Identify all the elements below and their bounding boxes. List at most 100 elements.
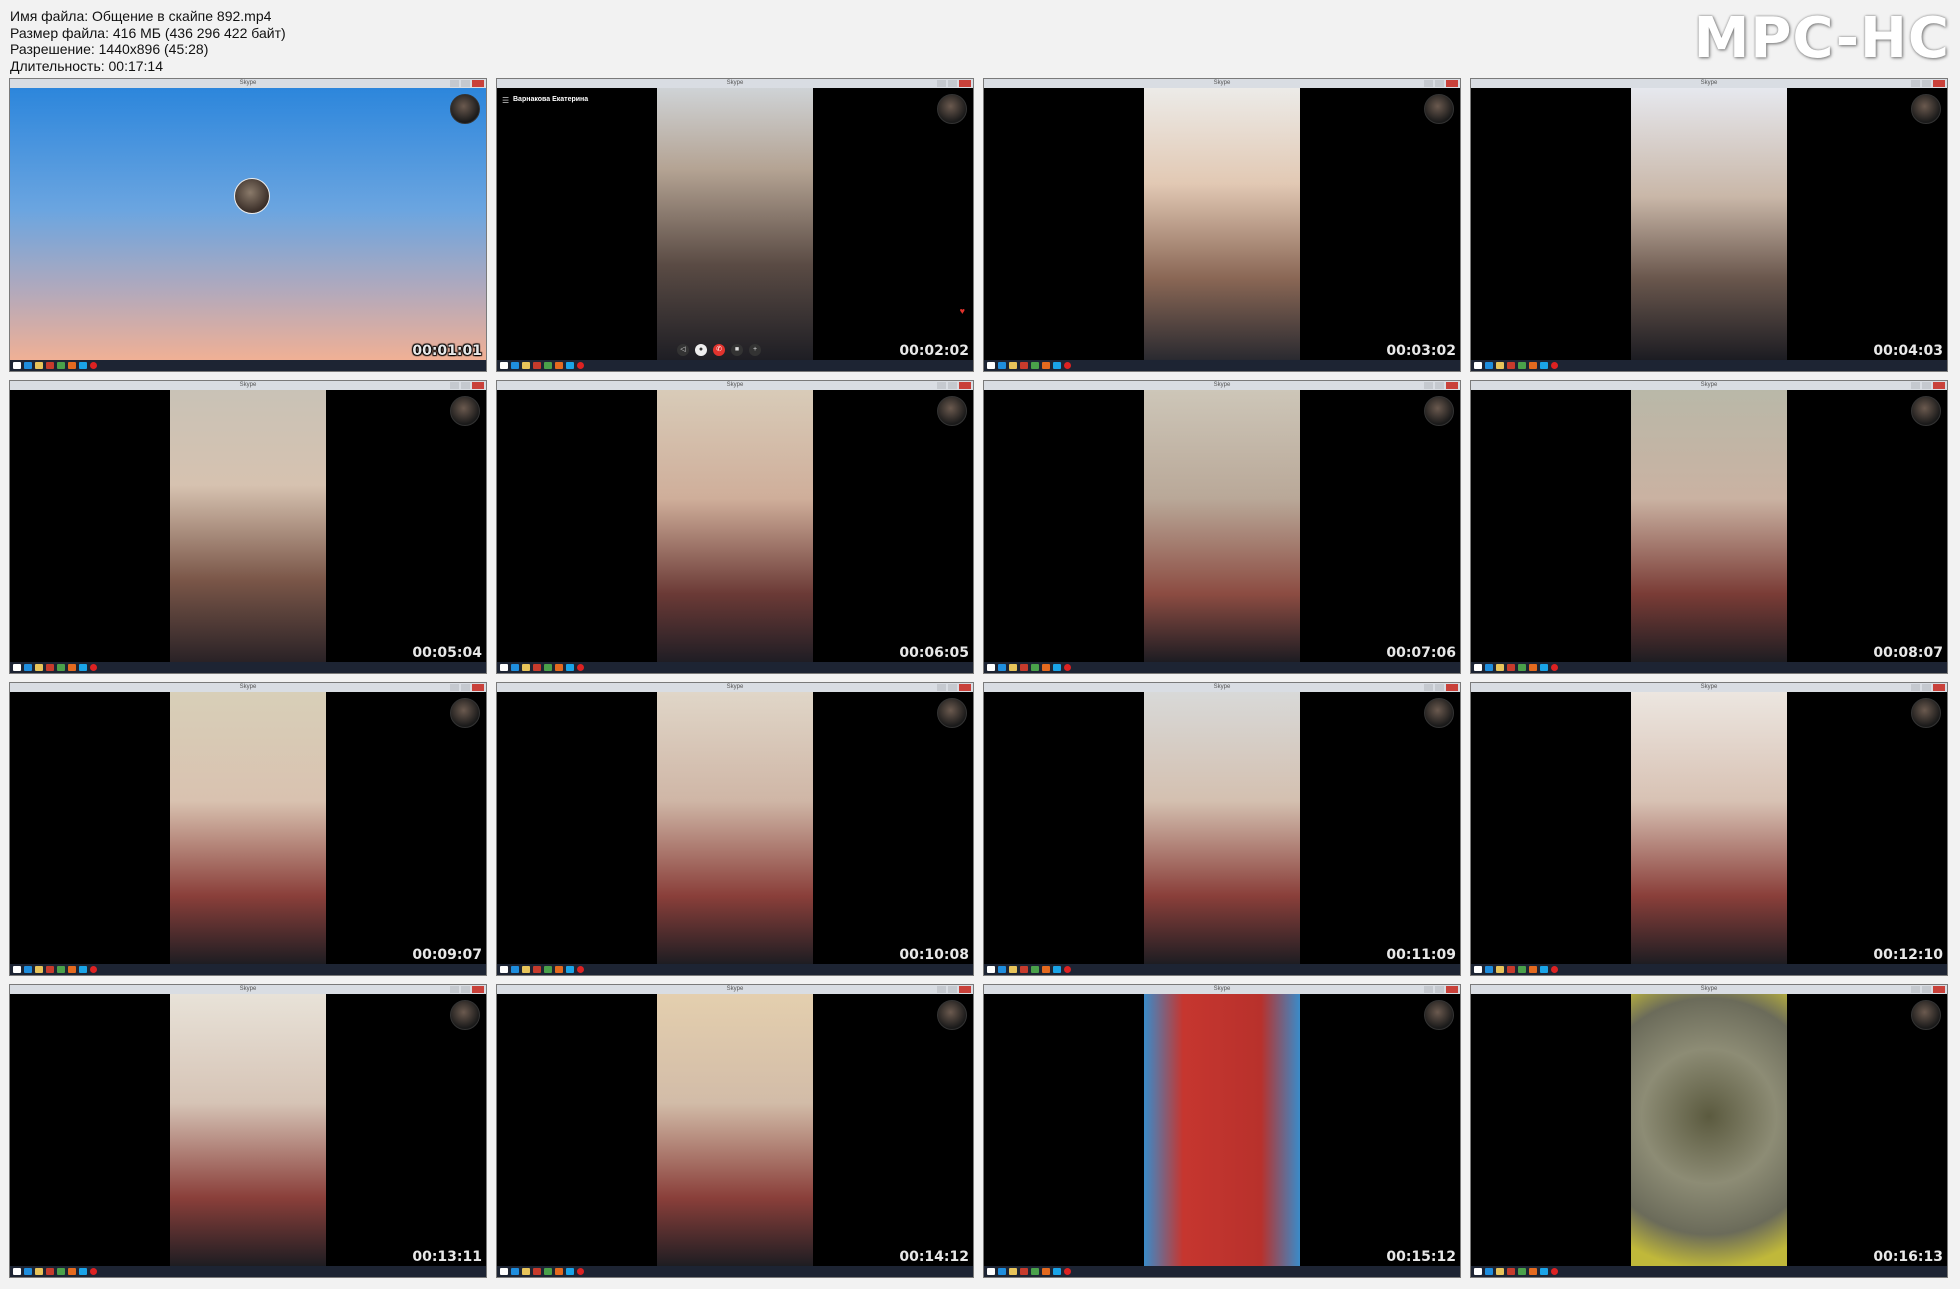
- chrome-icon[interactable]: [57, 966, 65, 973]
- app-icon[interactable]: [1020, 362, 1028, 369]
- firefox-icon[interactable]: [1042, 664, 1050, 671]
- maximize-icon[interactable]: [948, 80, 957, 87]
- record-icon[interactable]: [90, 664, 97, 671]
- maximize-icon[interactable]: [461, 986, 470, 993]
- windows-start-icon[interactable]: [1474, 362, 1482, 369]
- folder-icon[interactable]: [1009, 966, 1017, 973]
- ie-icon[interactable]: [1485, 1268, 1493, 1275]
- minimize-icon[interactable]: [1911, 80, 1920, 87]
- skype-icon[interactable]: [566, 362, 574, 369]
- ie-icon[interactable]: [24, 966, 32, 973]
- record-icon[interactable]: [1064, 966, 1071, 973]
- firefox-icon[interactable]: [68, 664, 76, 671]
- windows-start-icon[interactable]: [987, 1268, 995, 1275]
- app-icon[interactable]: [46, 664, 54, 671]
- app-icon[interactable]: [1507, 664, 1515, 671]
- heart-icon[interactable]: ♥: [960, 306, 965, 316]
- app-icon[interactable]: [533, 966, 541, 973]
- close-icon[interactable]: [959, 684, 971, 691]
- ie-icon[interactable]: [511, 1268, 519, 1275]
- app-icon[interactable]: [46, 1268, 54, 1275]
- close-icon[interactable]: [1933, 80, 1945, 87]
- folder-icon[interactable]: [1009, 362, 1017, 369]
- app-icon[interactable]: [1020, 1268, 1028, 1275]
- thumbnail[interactable]: Skype 00:15:12: [983, 984, 1461, 1278]
- chrome-icon[interactable]: [544, 966, 552, 973]
- firefox-icon[interactable]: [1529, 1268, 1537, 1275]
- minimize-icon[interactable]: [1911, 382, 1920, 389]
- windows-start-icon[interactable]: [987, 664, 995, 671]
- windows-start-icon[interactable]: [13, 966, 21, 973]
- chrome-icon[interactable]: [57, 1268, 65, 1275]
- thumbnail[interactable]: Skype 00:11:09: [983, 682, 1461, 976]
- folder-icon[interactable]: [1496, 362, 1504, 369]
- thumbnail[interactable]: Skype 00:07:06: [983, 380, 1461, 674]
- folder-icon[interactable]: [522, 664, 530, 671]
- thumbnail[interactable]: Skype 00:09:07: [9, 682, 487, 976]
- menu-icon[interactable]: ☰: [502, 96, 509, 105]
- ie-icon[interactable]: [24, 362, 32, 369]
- record-icon[interactable]: [577, 1268, 584, 1275]
- thumbnail[interactable]: Skype 00:06:05: [496, 380, 974, 674]
- windows-start-icon[interactable]: [500, 362, 508, 369]
- firefox-icon[interactable]: [1042, 362, 1050, 369]
- skype-icon[interactable]: [79, 1268, 87, 1275]
- close-icon[interactable]: [959, 382, 971, 389]
- close-icon[interactable]: [1446, 684, 1458, 691]
- maximize-icon[interactable]: [1922, 80, 1931, 87]
- chrome-icon[interactable]: [57, 362, 65, 369]
- record-icon[interactable]: [1064, 1268, 1071, 1275]
- skype-icon[interactable]: [1053, 362, 1061, 369]
- firefox-icon[interactable]: [68, 966, 76, 973]
- close-icon[interactable]: [959, 80, 971, 87]
- maximize-icon[interactable]: [1435, 684, 1444, 691]
- record-icon[interactable]: [90, 362, 97, 369]
- minimize-icon[interactable]: [450, 684, 459, 691]
- end-call-icon[interactable]: ✆: [713, 344, 725, 356]
- ie-icon[interactable]: [24, 1268, 32, 1275]
- chrome-icon[interactable]: [1031, 362, 1039, 369]
- thumbnail[interactable]: Skype ☰ Варнакова Екатерина ♥ ◁ ● ✆ ■ + …: [496, 78, 974, 372]
- close-icon[interactable]: [472, 382, 484, 389]
- skype-icon[interactable]: [79, 966, 87, 973]
- thumbnail[interactable]: Skype 00:13:11: [9, 984, 487, 1278]
- skype-icon[interactable]: [1540, 1268, 1548, 1275]
- app-icon[interactable]: [1020, 966, 1028, 973]
- windows-start-icon[interactable]: [1474, 1268, 1482, 1275]
- skype-icon[interactable]: [1540, 966, 1548, 973]
- maximize-icon[interactable]: [1922, 684, 1931, 691]
- ie-icon[interactable]: [511, 966, 519, 973]
- record-icon[interactable]: [1551, 1268, 1558, 1275]
- minimize-icon[interactable]: [1424, 80, 1433, 87]
- thumbnail[interactable]: Skype 00:04:03: [1470, 78, 1948, 372]
- ie-icon[interactable]: [998, 966, 1006, 973]
- chrome-icon[interactable]: [1518, 1268, 1526, 1275]
- maximize-icon[interactable]: [1922, 986, 1931, 993]
- windows-start-icon[interactable]: [13, 1268, 21, 1275]
- close-icon[interactable]: [1446, 382, 1458, 389]
- close-icon[interactable]: [959, 986, 971, 993]
- record-icon[interactable]: [1064, 362, 1071, 369]
- folder-icon[interactable]: [1496, 664, 1504, 671]
- thumbnail[interactable]: Skype 00:08:07: [1470, 380, 1948, 674]
- close-icon[interactable]: [1933, 382, 1945, 389]
- skype-icon[interactable]: [79, 362, 87, 369]
- record-icon[interactable]: [577, 362, 584, 369]
- ie-icon[interactable]: [998, 664, 1006, 671]
- folder-icon[interactable]: [522, 1268, 530, 1275]
- app-icon[interactable]: [46, 966, 54, 973]
- thumbnail[interactable]: Skype 00:10:08: [496, 682, 974, 976]
- skype-icon[interactable]: [1053, 664, 1061, 671]
- close-icon[interactable]: [1446, 80, 1458, 87]
- thumbnail[interactable]: Skype 00:05:04: [9, 380, 487, 674]
- minimize-icon[interactable]: [937, 684, 946, 691]
- minimize-icon[interactable]: [450, 986, 459, 993]
- add-icon[interactable]: +: [749, 344, 761, 356]
- firefox-icon[interactable]: [1042, 966, 1050, 973]
- folder-icon[interactable]: [1496, 966, 1504, 973]
- ie-icon[interactable]: [1485, 362, 1493, 369]
- close-icon[interactable]: [472, 986, 484, 993]
- chrome-icon[interactable]: [1518, 362, 1526, 369]
- chrome-icon[interactable]: [1518, 966, 1526, 973]
- maximize-icon[interactable]: [1435, 986, 1444, 993]
